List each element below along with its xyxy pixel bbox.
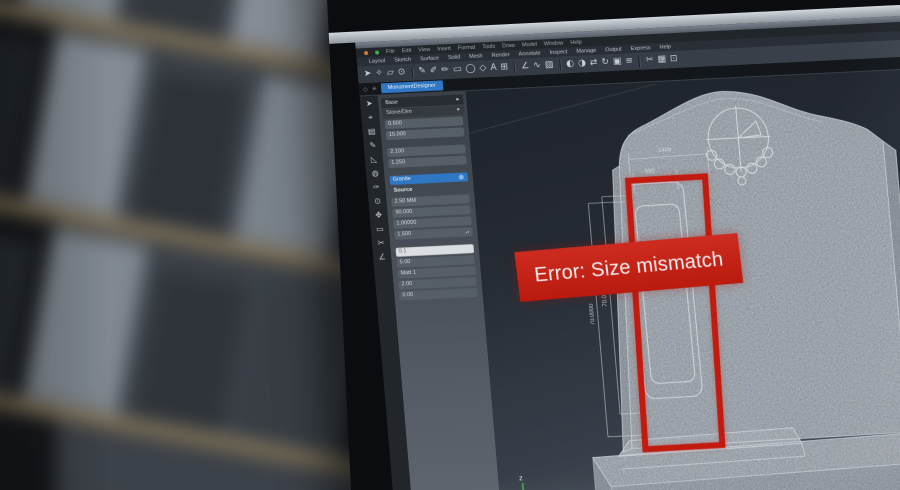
rotate-icon[interactable]: ↻ xyxy=(601,58,609,67)
window-minimize-dot[interactable] xyxy=(364,50,368,54)
subsection-label: Stone/Dim xyxy=(386,108,412,118)
material-badge-icon xyxy=(459,174,464,179)
glare-line xyxy=(466,84,659,133)
viewport-canvas[interactable]: 1408 980 70.0000 70.0100 z x xyxy=(466,60,900,490)
shape-icon[interactable]: ▭ xyxy=(376,225,384,233)
artistic-media-icon[interactable]: ✏ xyxy=(441,66,449,75)
shape-edit-icon[interactable]: ✧ xyxy=(375,69,383,78)
titlebar-menu-edit[interactable]: Edit xyxy=(402,47,412,53)
grid-icon[interactable]: ▦ xyxy=(657,55,666,64)
snap-target-icon[interactable]: ⌖ xyxy=(368,114,373,122)
menu-output[interactable]: Output xyxy=(605,46,622,53)
window-maximize-dot[interactable] xyxy=(375,50,379,54)
active-document-tab[interactable]: MonumentDesigner xyxy=(380,80,443,93)
zoom-icon[interactable]: ⊙ xyxy=(374,198,381,206)
scissors-icon[interactable]: ✂ xyxy=(646,56,654,65)
menu-inspect[interactable]: Inspect xyxy=(549,49,567,56)
titlebar-menu-format[interactable]: Format xyxy=(458,44,476,51)
measure-icon[interactable]: ∠ xyxy=(378,253,386,261)
fill-icon[interactable]: ◍ xyxy=(371,170,379,178)
dim-height-outer: 70.0000 xyxy=(589,303,597,326)
menu-render[interactable]: Render xyxy=(491,52,510,59)
menu-express[interactable]: Express xyxy=(630,45,650,52)
freehand-icon[interactable]: ✎ xyxy=(418,67,426,76)
contour-icon[interactable]: ◐ xyxy=(566,60,575,69)
menu-manage[interactable]: Manage xyxy=(576,47,596,54)
titlebar-menu-view[interactable]: View xyxy=(418,46,430,53)
material-select-value: Granite xyxy=(392,175,411,185)
pan-icon[interactable]: ✥ xyxy=(375,212,382,220)
ellipse-tool-icon[interactable]: ◯ xyxy=(465,65,476,74)
layers-icon[interactable]: ▤ xyxy=(368,128,376,136)
section-header-label: Base xyxy=(385,98,398,109)
titlebar-menu-draw[interactable]: Draw xyxy=(502,42,515,49)
transparency-tool-icon[interactable]: ▨ xyxy=(544,61,553,70)
rectangle-tool-icon[interactable]: ▭ xyxy=(453,65,462,74)
connector-tool-icon[interactable]: ∿ xyxy=(533,62,541,71)
menu-help2[interactable]: Help xyxy=(659,44,671,51)
align-icon[interactable]: ≡ xyxy=(625,57,633,66)
crop-icon[interactable]: ▱ xyxy=(387,69,395,78)
select-tool-icon[interactable]: ➤ xyxy=(364,70,372,79)
zoom-tool-icon[interactable]: ⊙ xyxy=(398,68,406,77)
z-axis xyxy=(523,483,526,490)
photo-of-monitor: File Edit View Insert Format Tools Draw … xyxy=(0,0,900,490)
toolbar-separator xyxy=(559,60,561,71)
toolbar-separator xyxy=(639,56,641,67)
menu-sketch[interactable]: Sketch xyxy=(394,56,411,63)
menu-surface[interactable]: Surface xyxy=(420,55,439,62)
bezier-icon[interactable]: ✐ xyxy=(430,67,438,76)
eyedropper-icon[interactable]: ✑ xyxy=(373,184,380,192)
dim-width-inner: 980 xyxy=(645,169,656,176)
dimension-tool-icon[interactable]: ∠ xyxy=(521,62,530,71)
pointer-tool-icon[interactable]: ➤ xyxy=(366,100,373,108)
new-tab-icon[interactable]: ✳ xyxy=(371,85,377,92)
polygon-tool-icon[interactable]: ◇ xyxy=(479,64,487,73)
eraser-icon[interactable]: ◺ xyxy=(371,156,378,164)
menu-mesh[interactable]: Mesh xyxy=(469,53,483,60)
titlebar-menu-window[interactable]: Window xyxy=(544,40,564,47)
screen: File Edit View Insert Format Tools Draw … xyxy=(355,6,900,490)
text-tool-icon[interactable]: A xyxy=(490,64,497,73)
toolbar-separator xyxy=(411,67,413,78)
chevron-right-icon: ▸ xyxy=(457,106,461,115)
titlebar-menu-file[interactable]: File xyxy=(386,48,395,54)
titlebar-menu-help[interactable]: Help xyxy=(570,39,582,46)
blend-icon[interactable]: ◑ xyxy=(578,59,587,68)
monitor: File Edit View Insert Format Tools Draw … xyxy=(324,0,900,490)
menu-layout[interactable]: Layout xyxy=(369,58,386,65)
chevron-right-icon: ▸ xyxy=(456,95,460,105)
table-tool-icon[interactable]: ⊞ xyxy=(500,63,508,72)
size-mismatch-highlight-box xyxy=(625,173,726,452)
stepper-value: 1.500 xyxy=(397,230,412,240)
mirror-icon[interactable]: ⇄ xyxy=(590,59,598,68)
pencil-icon[interactable]: ✎ xyxy=(369,142,376,150)
z-axis-label: z xyxy=(519,475,524,482)
dim-width-outer: 1408 xyxy=(658,147,672,154)
menu-solid[interactable]: Solid xyxy=(448,54,461,61)
titlebar-menu-model[interactable]: Model xyxy=(522,41,537,48)
titlebar-menu-insert[interactable]: Insert xyxy=(437,45,451,52)
group-icon[interactable]: ▣ xyxy=(613,58,622,67)
toolbar-separator xyxy=(514,62,516,73)
zoom-page-icon[interactable]: ⊡ xyxy=(670,55,678,64)
titlebar-menu-tools[interactable]: Tools xyxy=(482,43,495,50)
property-field-11[interactable]: 0.00 xyxy=(399,288,478,301)
menu-annotate[interactable]: Annotate xyxy=(518,50,541,57)
knife-icon[interactable]: ✂ xyxy=(377,239,384,247)
stepper-arrows-icon: ▴▾ xyxy=(465,230,469,234)
tab-nav-icon[interactable]: ◇ xyxy=(363,86,368,93)
